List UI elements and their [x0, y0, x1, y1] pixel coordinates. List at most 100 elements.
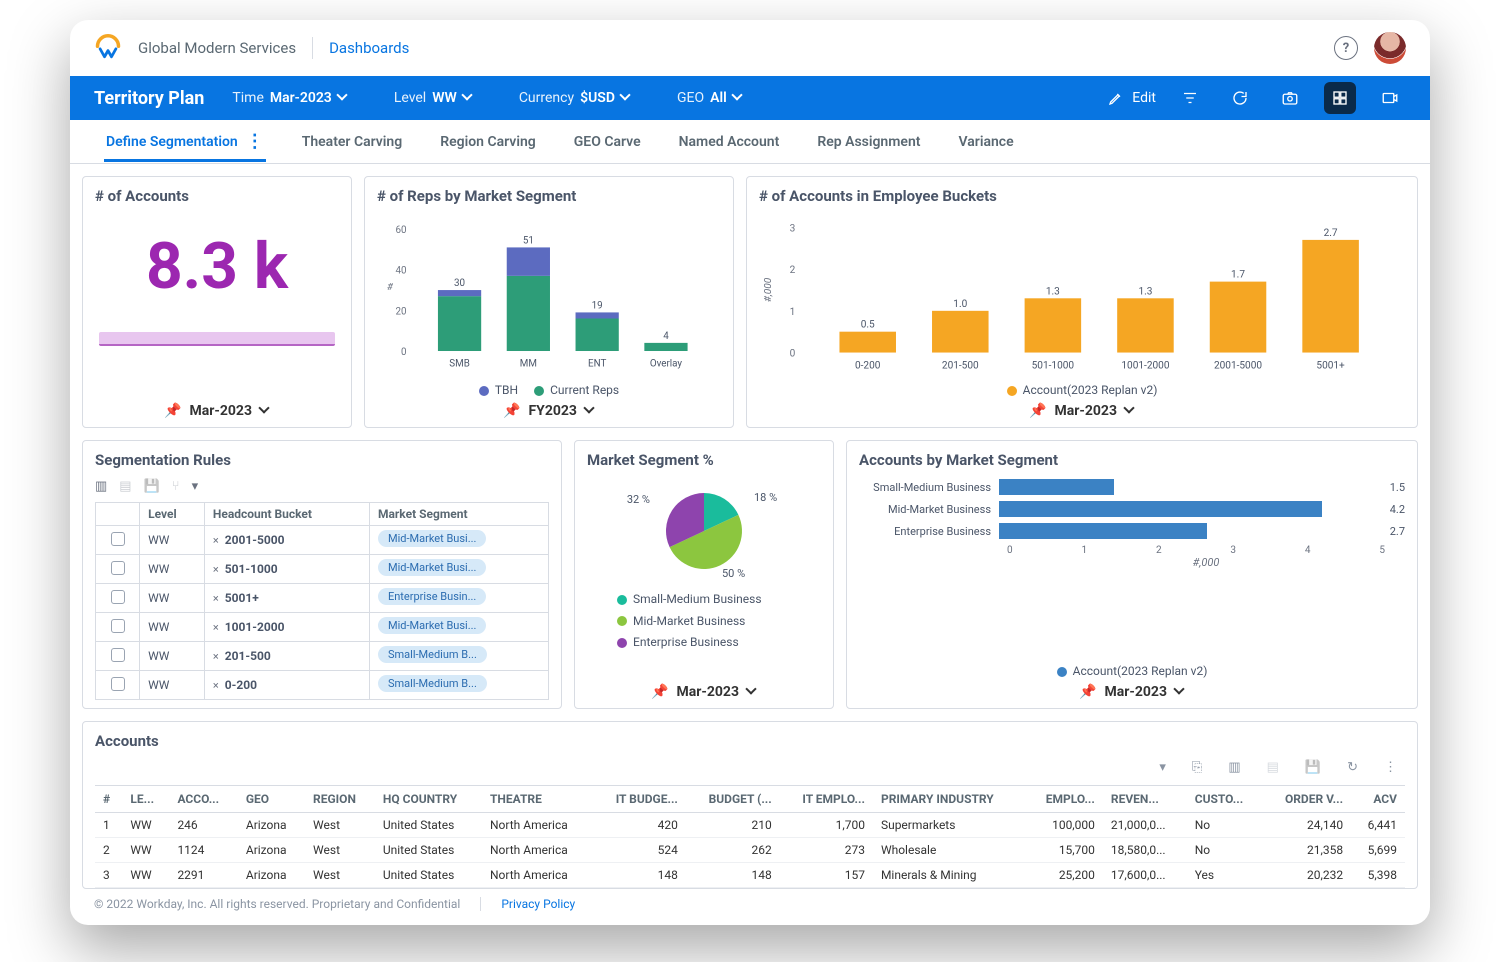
chevron-down-icon	[463, 93, 473, 103]
svg-text:3: 3	[790, 223, 796, 234]
tab-geo-carve[interactable]: GEO Carve	[572, 122, 643, 162]
card-footer-time[interactable]: 📌Mar-2023	[587, 678, 821, 700]
tab-region-carving[interactable]: Region Carving	[438, 122, 538, 162]
card-footer-time[interactable]: 📌Mar-2023	[859, 678, 1405, 700]
card-accounts-emp-buckets: # of Accounts in Employee Buckets 0123#,…	[746, 176, 1418, 428]
tool-copy-icon[interactable]: ▤	[1267, 760, 1279, 775]
svg-text:4: 4	[663, 331, 669, 342]
tool-save-icon[interactable]: 💾	[144, 479, 160, 494]
privacy-link[interactable]: Privacy Policy	[501, 897, 575, 911]
table-row[interactable]: WW ×201-500 Small-Medium B...	[96, 642, 549, 671]
tab-named-account[interactable]: Named Account	[677, 122, 782, 162]
user-avatar[interactable]	[1374, 32, 1406, 64]
segment-pill[interactable]: Mid-Market Busi...	[378, 559, 486, 576]
table-row[interactable]: 1WW246ArizonaWestUnited StatesNorth Amer…	[95, 813, 1405, 838]
table-row[interactable]: WW ×2001-5000 Mid-Market Busi...	[96, 526, 549, 555]
filter-icon[interactable]	[1174, 82, 1206, 114]
card-accounts: Accounts ▾ ⎘ ▥ ▤ 💾 ↻ ⋮ #LE...ACCO...GEOR…	[82, 721, 1418, 889]
accounts-metric: 8.3 k	[95, 209, 339, 332]
hbar-row: Enterprise Business2.7	[859, 523, 1405, 539]
svg-text:32 %: 32 %	[627, 493, 650, 506]
tool-filter-icon[interactable]: ▾	[1159, 760, 1166, 775]
page-header: Territory Plan Time Mar-2023 Level WW Cu…	[70, 76, 1430, 120]
card-footer-time[interactable]: 📌Mar-2023	[95, 397, 339, 419]
chevron-down-icon	[747, 687, 757, 697]
chevron-down-icon	[733, 93, 743, 103]
svg-text:SMB: SMB	[449, 359, 470, 370]
svg-text:1001-2000: 1001-2000	[1121, 361, 1169, 372]
pin-icon: 📌	[503, 403, 520, 419]
breadcrumb-dashboards[interactable]: Dashboards	[329, 39, 409, 57]
tool-view-icon[interactable]: ▥	[95, 479, 107, 494]
segment-pill[interactable]: Mid-Market Busi...	[378, 617, 486, 634]
help-icon[interactable]: ?	[1334, 36, 1358, 60]
copyright: © 2022 Workday, Inc. All rights reserved…	[94, 897, 460, 911]
svg-text:50 %: 50 %	[722, 567, 745, 580]
pin-icon: 📌	[1029, 403, 1046, 419]
row-checkbox[interactable]	[111, 561, 125, 575]
tool-filter-icon[interactable]: ▾	[192, 479, 199, 494]
row-checkbox[interactable]	[111, 590, 125, 604]
tool-copy-icon[interactable]: ▤	[119, 479, 131, 494]
tab-theater-carving[interactable]: Theater Carving	[300, 122, 405, 162]
topbar: Global Modern Services Dashboards ?	[70, 20, 1430, 76]
table-row[interactable]: WW ×1001-2000 Mid-Market Busi...	[96, 613, 549, 642]
tool-export-icon[interactable]: ⎘	[1192, 760, 1202, 775]
tool-refresh-icon[interactable]: ↻	[1347, 760, 1358, 775]
edit-button[interactable]: Edit	[1108, 90, 1156, 106]
tab-define-segmentation[interactable]: Define Segmentation⋮	[104, 122, 266, 162]
card-segmentation-rules: Segmentation Rules ▥ ▤ 💾 ⑂ ▾ LevelHeadco…	[82, 440, 562, 709]
table-row[interactable]: 2WW1124ArizonaWestUnited StatesNorth Ame…	[95, 838, 1405, 863]
workday-logo[interactable]	[94, 34, 122, 62]
row-checkbox[interactable]	[111, 532, 125, 546]
camera-icon[interactable]	[1274, 82, 1306, 114]
org-name: Global Modern Services	[138, 39, 296, 57]
card-title: # of Accounts in Employee Buckets	[759, 187, 1405, 205]
table-row[interactable]: WW ×0-200 Small-Medium B...	[96, 671, 549, 700]
tool-save-icon[interactable]: 💾	[1305, 760, 1321, 775]
stacked-bar-chart: 0204060#30SMB51MM19ENT4Overlay	[377, 209, 721, 379]
filter-time[interactable]: Time Mar-2023	[232, 90, 347, 106]
table-row[interactable]: 3WW2291ArizonaWestUnited StatesNorth Ame…	[95, 863, 1405, 888]
tool-more-icon[interactable]: ⋮	[1384, 760, 1397, 775]
svg-text:0: 0	[790, 349, 796, 360]
chevron-down-icon	[621, 93, 631, 103]
filter-currency[interactable]: Currency $USD	[519, 90, 631, 106]
accounts-table[interactable]: #LE...ACCO...GEOREGIONHQ COUNTRYTHEATREI…	[95, 785, 1405, 888]
pie-chart: 18 %32 %50 %	[604, 473, 804, 583]
segment-pill[interactable]: Small-Medium B...	[378, 646, 487, 663]
tool-view-icon[interactable]: ▥	[1228, 760, 1240, 775]
card-title: Segmentation Rules	[95, 451, 549, 469]
row-checkbox[interactable]	[111, 619, 125, 633]
filter-level[interactable]: Level WW	[394, 90, 473, 106]
svg-text:#: #	[387, 282, 394, 293]
segment-pill[interactable]: Small-Medium B...	[378, 675, 487, 692]
segmentation-table[interactable]: LevelHeadcount BucketMarket Segment WW ×…	[95, 502, 549, 700]
svg-text:51: 51	[523, 235, 534, 246]
present-icon[interactable]	[1374, 82, 1406, 114]
chevron-down-icon	[338, 93, 348, 103]
segment-pill[interactable]: Mid-Market Busi...	[378, 530, 486, 547]
segment-pill[interactable]: Enterprise Busin...	[378, 588, 486, 605]
svg-text:20: 20	[395, 306, 406, 317]
row-checkbox[interactable]	[111, 648, 125, 662]
refresh-icon[interactable]	[1224, 82, 1256, 114]
table-row[interactable]: WW ×501-1000 Mid-Market Busi...	[96, 555, 549, 584]
row-checkbox[interactable]	[111, 677, 125, 691]
table-toolbar: ▥ ▤ 💾 ⑂ ▾	[95, 473, 549, 502]
page-footer: © 2022 Workday, Inc. All rights reserved…	[70, 889, 1430, 925]
chevron-down-icon	[1175, 687, 1185, 697]
svg-text:ENT: ENT	[588, 359, 606, 370]
tool-branch-icon[interactable]: ⑂	[172, 479, 180, 494]
svg-text:1.0: 1.0	[953, 299, 967, 310]
filter-geo[interactable]: GEO All	[677, 90, 743, 106]
edit-label: Edit	[1132, 90, 1156, 106]
grid-view-icon[interactable]	[1324, 82, 1356, 114]
svg-text:Overlay: Overlay	[650, 359, 683, 370]
card-footer-time[interactable]: 📌FY2023	[377, 397, 721, 419]
tab-rep-assignment[interactable]: Rep Assignment	[815, 122, 922, 162]
tab-variance[interactable]: Variance	[956, 122, 1015, 162]
card-footer-time[interactable]: 📌Mar-2023	[759, 397, 1405, 419]
svg-text:1.3: 1.3	[1046, 286, 1060, 297]
table-row[interactable]: WW ×5001+ Enterprise Busin...	[96, 584, 549, 613]
